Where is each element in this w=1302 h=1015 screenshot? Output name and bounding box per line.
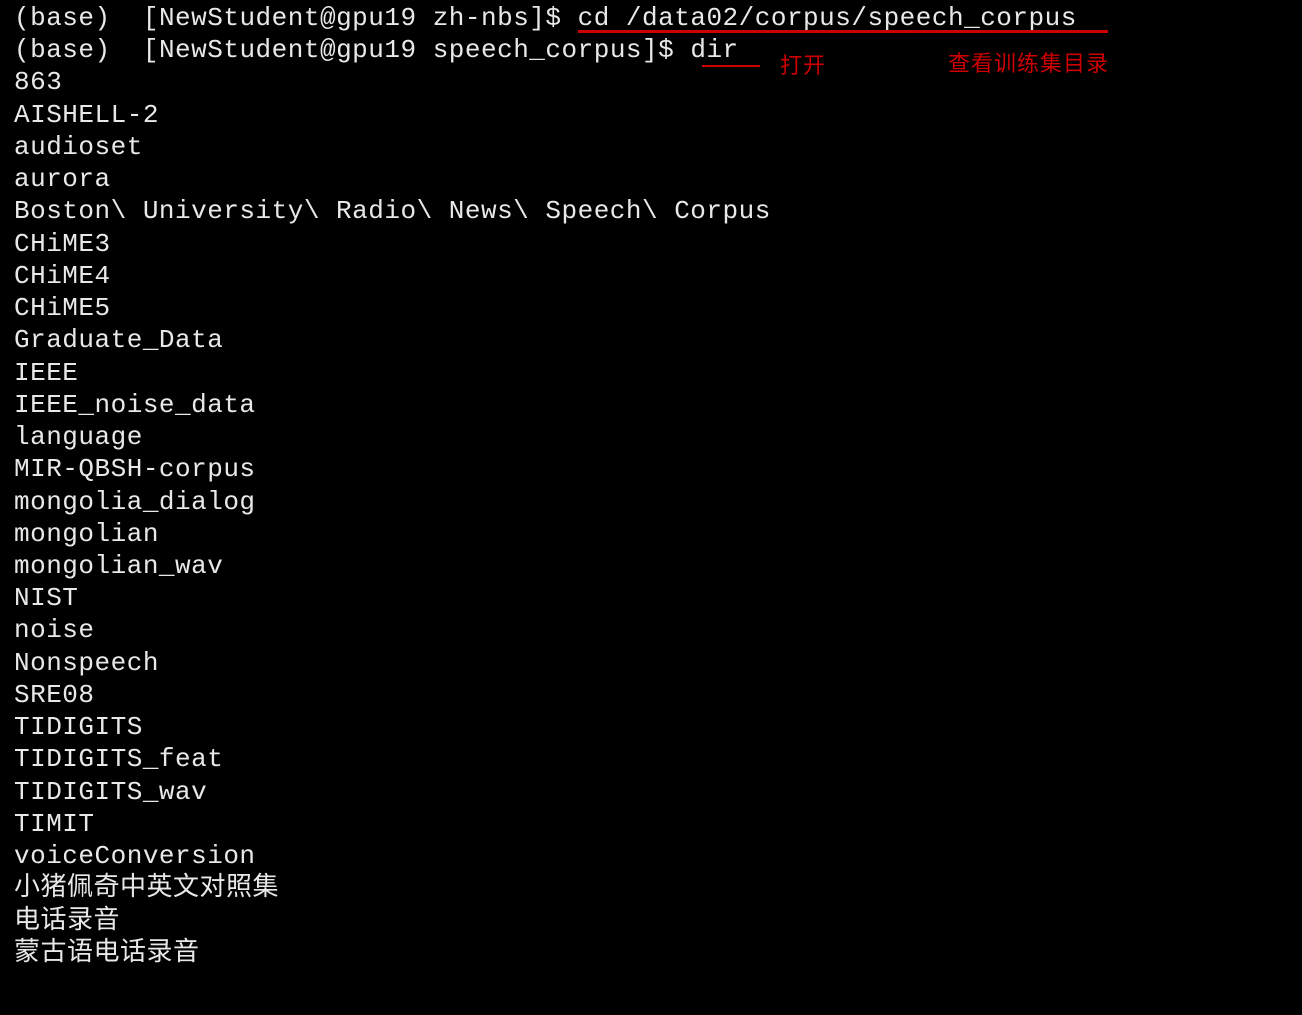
listing-item: IEEE <box>14 357 1288 389</box>
listing-item: CHiME4 <box>14 260 1288 292</box>
listing-item: IEEE_noise_data <box>14 389 1288 421</box>
listing-item: SRE08 <box>14 679 1288 711</box>
listing-item: AISHELL-2 <box>14 99 1288 131</box>
listing-item: TIMIT <box>14 808 1288 840</box>
listing-item: aurora <box>14 163 1288 195</box>
listing-item: Nonspeech <box>14 647 1288 679</box>
listing-item: mongolian <box>14 518 1288 550</box>
listing-item: audioset <box>14 131 1288 163</box>
command-cd[interactable]: cd /data02/corpus/speech_corpus <box>578 3 1077 33</box>
listing-item: noise <box>14 614 1288 646</box>
env-indicator: (base) <box>14 35 111 65</box>
annotation-viewdir: 查看训练集目录 <box>948 50 1109 77</box>
listing-item: TIDIGITS_feat <box>14 743 1288 775</box>
listing-item: MIR-QBSH-corpus <box>14 453 1288 485</box>
underline-annotation-1 <box>578 30 1108 33</box>
listing-item: voiceConversion <box>14 840 1288 872</box>
underline-annotation-2 <box>702 65 760 67</box>
prompt-userhost: [NewStudent@gpu19 zh-nbs]$ <box>143 3 562 33</box>
listing-item: Graduate_Data <box>14 324 1288 356</box>
command-dir[interactable]: dir <box>690 35 738 65</box>
listing-item: 蒙古语电话录音 <box>14 937 1288 969</box>
directory-listing: 863AISHELL-2audiosetauroraBoston\ Univer… <box>14 66 1288 969</box>
prompt-userhost: [NewStudent@gpu19 speech_corpus]$ <box>143 35 674 65</box>
listing-item: TIDIGITS <box>14 711 1288 743</box>
listing-item: mongolia_dialog <box>14 486 1288 518</box>
listing-item: TIDIGITS_wav <box>14 776 1288 808</box>
listing-item: CHiME5 <box>14 292 1288 324</box>
listing-item: NIST <box>14 582 1288 614</box>
env-indicator: (base) <box>14 3 111 33</box>
listing-item: 电话录音 <box>14 905 1288 937</box>
listing-item: 小猪佩奇中英文对照集 <box>14 872 1288 904</box>
listing-item: CHiME3 <box>14 228 1288 260</box>
listing-item: Boston\ University\ Radio\ News\ Speech\… <box>14 195 1288 227</box>
annotation-open: 打开 <box>780 52 826 79</box>
listing-item: language <box>14 421 1288 453</box>
listing-item: mongolian_wav <box>14 550 1288 582</box>
